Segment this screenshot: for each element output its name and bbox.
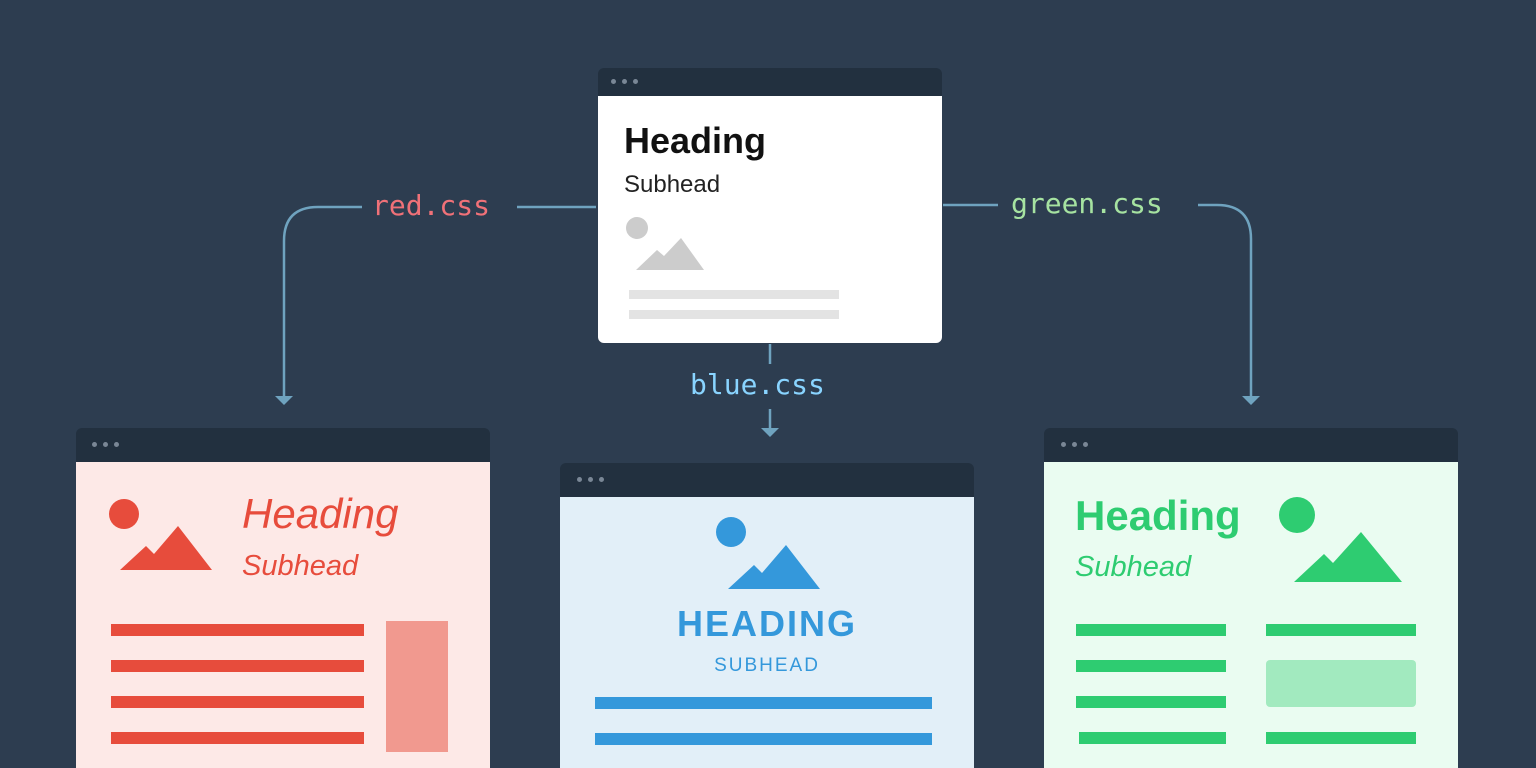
red-subhead: Subhead (242, 550, 359, 582)
red-connector (282, 205, 596, 398)
window-dots-icon (92, 442, 125, 448)
window-titlebar (560, 463, 974, 497)
image-placeholder-icon (109, 499, 212, 570)
green-theme-window: Heading Subhead (1044, 428, 1458, 768)
text-line (111, 660, 364, 672)
text-line (595, 697, 932, 709)
image-placeholder-icon (626, 217, 704, 270)
content-block (1266, 660, 1416, 707)
red-theme-window: Heading Subhead (76, 428, 490, 768)
sidebar-block (386, 621, 448, 752)
red-css-label: red.css (372, 189, 491, 222)
source-subhead: Subhead (624, 171, 721, 198)
text-line (1076, 660, 1226, 672)
window-titlebar (598, 68, 942, 96)
image-placeholder-icon (716, 517, 820, 589)
text-line (629, 310, 839, 319)
window-titlebar (76, 428, 490, 462)
text-line (111, 624, 364, 636)
text-line (1266, 732, 1416, 744)
arrow-down-icon (761, 428, 779, 437)
text-line (1266, 624, 1416, 636)
text-line (1076, 624, 1226, 636)
text-line (629, 290, 839, 299)
arrow-down-icon (1242, 396, 1260, 405)
source-heading: Heading (624, 120, 767, 161)
green-css-label: green.css (1011, 187, 1163, 220)
text-line (1079, 732, 1226, 744)
image-placeholder-icon (1279, 497, 1402, 582)
window-dots-icon (611, 79, 644, 85)
green-connector (943, 203, 1253, 398)
green-subhead: Subhead (1075, 551, 1192, 583)
source-window: Heading Subhead (598, 68, 942, 343)
green-heading: Heading (1075, 492, 1241, 539)
text-line (111, 696, 364, 708)
text-line (111, 732, 364, 744)
arrow-down-icon (275, 396, 293, 405)
red-heading: Heading (242, 490, 399, 537)
window-dots-icon (577, 477, 610, 483)
blue-theme-window: HEADING SUBHEAD (560, 463, 974, 768)
window-titlebar (1044, 428, 1458, 462)
text-line (1076, 696, 1226, 708)
text-line (595, 733, 932, 745)
window-dots-icon (1061, 442, 1094, 448)
blue-subhead: SUBHEAD (714, 655, 820, 676)
blue-css-label: blue.css (690, 368, 825, 401)
blue-heading: HEADING (676, 603, 857, 644)
